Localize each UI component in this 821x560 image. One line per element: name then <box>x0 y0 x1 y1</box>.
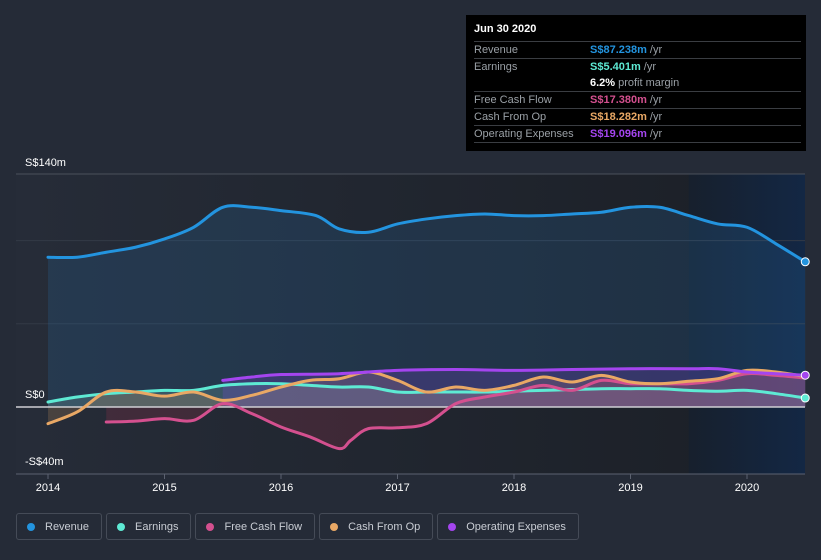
tooltip-unit: /yr <box>649 111 663 123</box>
legend-dot-icon <box>330 522 339 531</box>
data-tooltip: Jun 30 2020 Revenue S$87.238m /yr Earnin… <box>466 15 806 151</box>
legend-item-revenue[interactable]: Revenue <box>16 513 103 540</box>
legend-label: Revenue <box>45 520 90 533</box>
legend-dot-icon <box>27 522 35 531</box>
tooltip-row-free-cash-flow: Free Cash Flow S$17.380m /yr <box>474 91 801 108</box>
x-tick-label: 2018 <box>501 482 527 494</box>
tooltip-row-cash-from-op: Cash From Op S$18.282m /yr <box>474 108 801 125</box>
x-tick-label: 2015 <box>152 482 177 494</box>
tooltip-unit: /yr <box>649 94 663 106</box>
tooltip-label: Earnings <box>474 61 518 73</box>
tooltip-label: Free Cash Flow <box>474 94 552 106</box>
tooltip-label: Revenue <box>474 44 519 56</box>
chart-legend: Revenue Earnings Free Cash Flow Cash Fro… <box>16 513 579 540</box>
y-tick-label: S$140m <box>25 157 66 169</box>
tooltip-row-operating-expenses: Operating Expenses S$19.096m /yr <box>474 125 801 143</box>
tooltip-value: S$17.380m <box>590 94 647 106</box>
legend-label: Free Cash Flow <box>224 520 303 533</box>
tooltip-unit: /yr <box>649 44 663 56</box>
tooltip-label: Cash From Op <box>474 111 547 123</box>
legend-item-earnings[interactable]: Earnings <box>106 513 192 540</box>
tooltip-value: 6.2% <box>590 77 616 89</box>
endpoint-revenue <box>800 257 810 267</box>
legend-label: Cash From Op <box>348 520 421 533</box>
x-tick-label: 2017 <box>385 482 410 494</box>
legend-label: Operating Expenses <box>466 520 566 533</box>
endpoint-operating-expenses <box>800 370 810 380</box>
y-tick-label: -S$40m <box>25 456 64 468</box>
legend-item-operating-expenses[interactable]: Operating Expenses <box>437 513 579 540</box>
legend-dot-icon <box>117 522 126 531</box>
tooltip-value: S$87.238m <box>590 44 647 56</box>
legend-item-cash-from-op[interactable]: Cash From Op <box>319 513 434 540</box>
legend-item-free-cash-flow[interactable]: Free Cash Flow <box>195 513 316 540</box>
tooltip-unit: /yr <box>649 128 663 140</box>
x-tick-label: 2019 <box>618 482 643 494</box>
legend-label: Earnings <box>135 520 179 533</box>
endpoint-earnings <box>800 393 810 403</box>
tooltip-unit: /yr <box>643 61 656 73</box>
x-tick-label: 2020 <box>734 482 760 494</box>
tooltip-row-revenue: Revenue S$87.238m /yr <box>474 41 801 58</box>
x-axis-ticks <box>47 474 748 479</box>
tooltip-row-earnings: Earnings S$5.401m /yr <box>474 58 801 75</box>
tooltip-label: Operating Expenses <box>474 128 574 140</box>
legend-dot-icon <box>448 522 457 531</box>
y-tick-label: S$0 <box>25 389 45 401</box>
tooltip-value: S$19.096m <box>590 128 647 140</box>
tooltip-date: Jun 30 2020 <box>474 23 537 35</box>
x-tick-label: 2014 <box>35 482 61 494</box>
tooltip-row-profit-margin: 6.2% profit margin <box>474 75 801 91</box>
legend-dot-icon <box>206 522 215 531</box>
x-tick-label: 2016 <box>268 482 294 494</box>
tooltip-value: S$5.401m <box>590 61 641 73</box>
tooltip-value: S$18.282m <box>590 111 647 123</box>
tooltip-unit: profit margin <box>618 77 680 89</box>
